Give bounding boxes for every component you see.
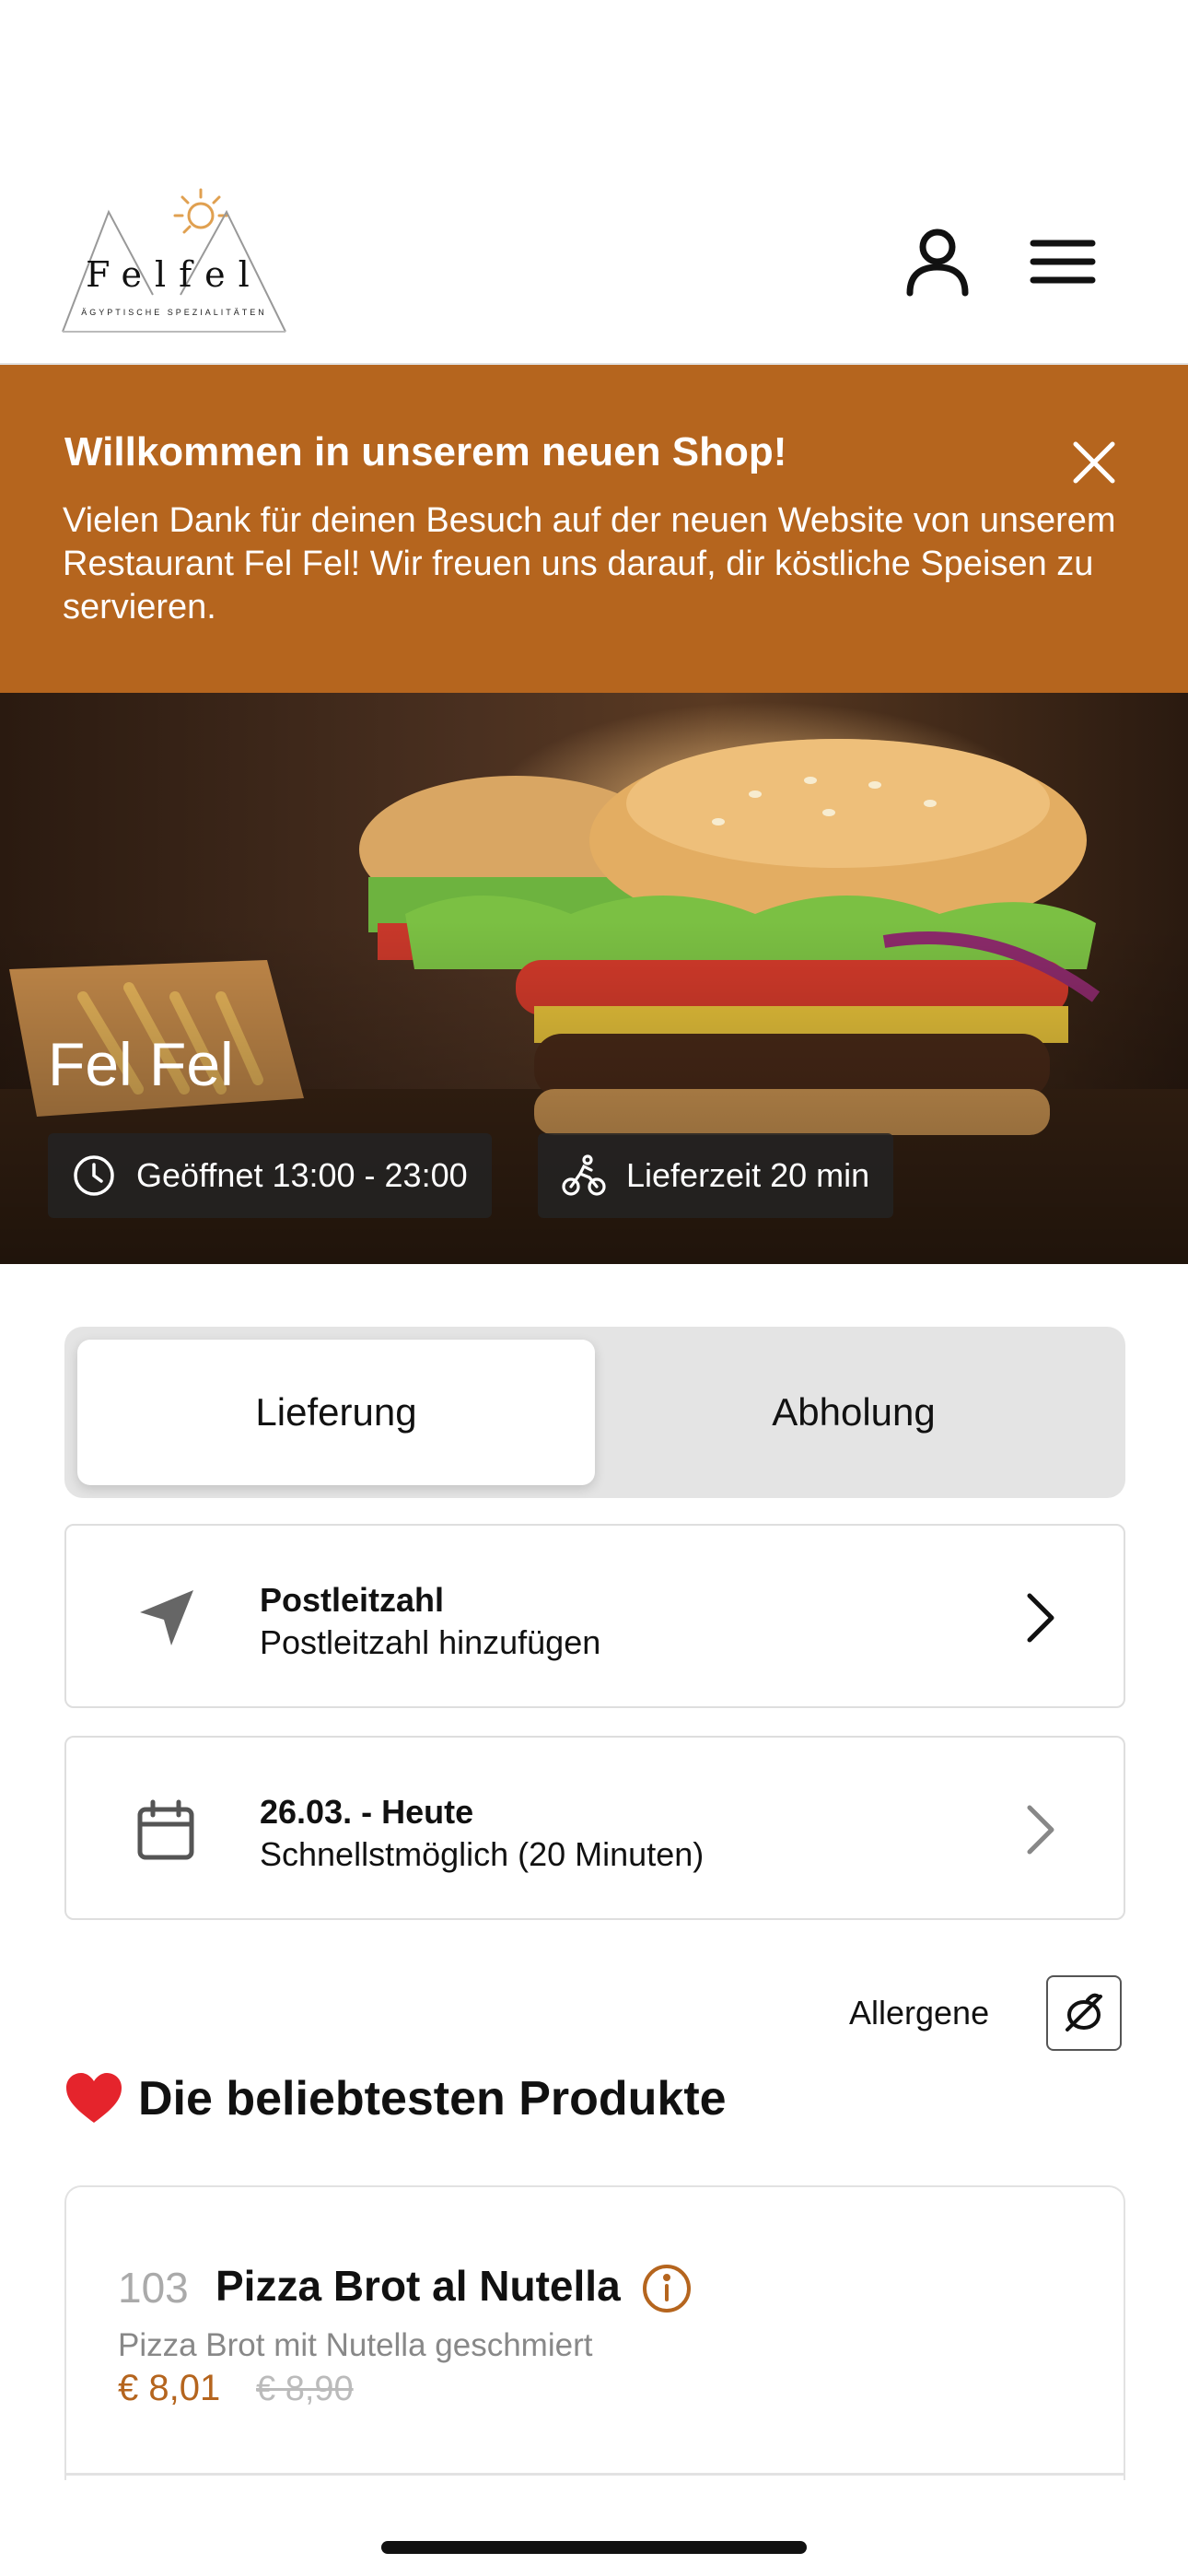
restaurant-hero: Fel Fel Geöffnet 13:00 - 23:00 Lieferzei… bbox=[0, 693, 1188, 1264]
product-description: Pizza Brot mit Nutella geschmiert bbox=[118, 2327, 593, 2363]
date-title: 26.03. - Heute bbox=[260, 1793, 474, 1831]
divider bbox=[64, 2473, 1125, 2476]
delivery-time-badge: Lieferzeit 20 min bbox=[538, 1133, 894, 1218]
home-indicator[interactable] bbox=[381, 2541, 807, 2554]
chevron-right-icon bbox=[1006, 1585, 1072, 1651]
product-old-price: € 8,90 bbox=[256, 2370, 354, 2408]
user-icon[interactable] bbox=[903, 227, 973, 297]
product-price: € 8,01 bbox=[118, 2368, 221, 2408]
bike-courier-icon bbox=[562, 1154, 606, 1196]
delivery-tab[interactable]: Lieferung bbox=[77, 1340, 595, 1485]
logo-wordmark: Felfel bbox=[86, 254, 262, 295]
pickup-tab[interactable]: Abholung bbox=[595, 1340, 1112, 1485]
postcode-selector[interactable]: Postleitzahl Postleitzahl hinzufügen bbox=[64, 1524, 1125, 1708]
logo-subtitle: ÄGYPTISCHE SPEZIALITÄTEN bbox=[81, 308, 267, 317]
hamburger-menu-icon[interactable] bbox=[1028, 227, 1098, 297]
postcode-subtitle: Postleitzahl hinzufügen bbox=[260, 1623, 601, 1661]
close-icon[interactable] bbox=[1068, 437, 1120, 488]
delivery-time-text: Lieferzeit 20 min bbox=[626, 1156, 870, 1194]
allergens-label: Allergene bbox=[849, 1994, 990, 2032]
product-number: 103 bbox=[118, 2264, 189, 2312]
calendar-icon bbox=[133, 1797, 199, 1863]
info-icon[interactable] bbox=[641, 2263, 693, 2314]
product-name: Pizza Brot al Nutella bbox=[215, 2262, 621, 2310]
heart-icon bbox=[66, 2073, 122, 2123]
opening-hours-text: Geöffnet 13:00 - 23:00 bbox=[136, 1156, 468, 1194]
clock-icon bbox=[74, 1155, 114, 1196]
popular-products-title: Die beliebtesten Produkte bbox=[138, 2072, 727, 2125]
banner-text: Vielen Dank für deinen Besuch auf der ne… bbox=[63, 501, 1116, 626]
banner-title: Willkommen in unserem neuen Shop! bbox=[64, 429, 787, 474]
allergens-filter-button[interactable] bbox=[1046, 1975, 1122, 2051]
chevron-right-icon bbox=[1006, 1797, 1072, 1863]
order-mode-toggle: Lieferung Abholung bbox=[64, 1327, 1125, 1498]
postcode-title: Postleitzahl bbox=[260, 1581, 445, 1619]
welcome-banner: Willkommen in unserem neuen Shop! Vielen… bbox=[0, 365, 1188, 693]
restaurant-name: Fel Fel bbox=[48, 1030, 234, 1098]
popular-products-heading: Die beliebtesten Produkte bbox=[64, 2071, 727, 2126]
date-selector[interactable]: 26.03. - Heute Schnellstmöglich (20 Minu… bbox=[64, 1736, 1125, 1920]
felfel-logo[interactable]: Felfel ÄGYPTISCHE SPEZIALITÄTEN bbox=[61, 184, 287, 337]
location-arrow-icon bbox=[133, 1585, 199, 1651]
opening-hours-badge: Geöffnet 13:00 - 23:00 bbox=[48, 1133, 492, 1218]
product-card[interactable]: 103 Pizza Brot al Nutella Pizza Brot mit… bbox=[64, 2185, 1125, 2480]
app-header: Felfel ÄGYPTISCHE SPEZIALITÄTEN bbox=[0, 0, 1188, 365]
date-subtitle: Schnellstmöglich (20 Minuten) bbox=[260, 1835, 705, 1873]
allergen-icon bbox=[1066, 1993, 1102, 2032]
